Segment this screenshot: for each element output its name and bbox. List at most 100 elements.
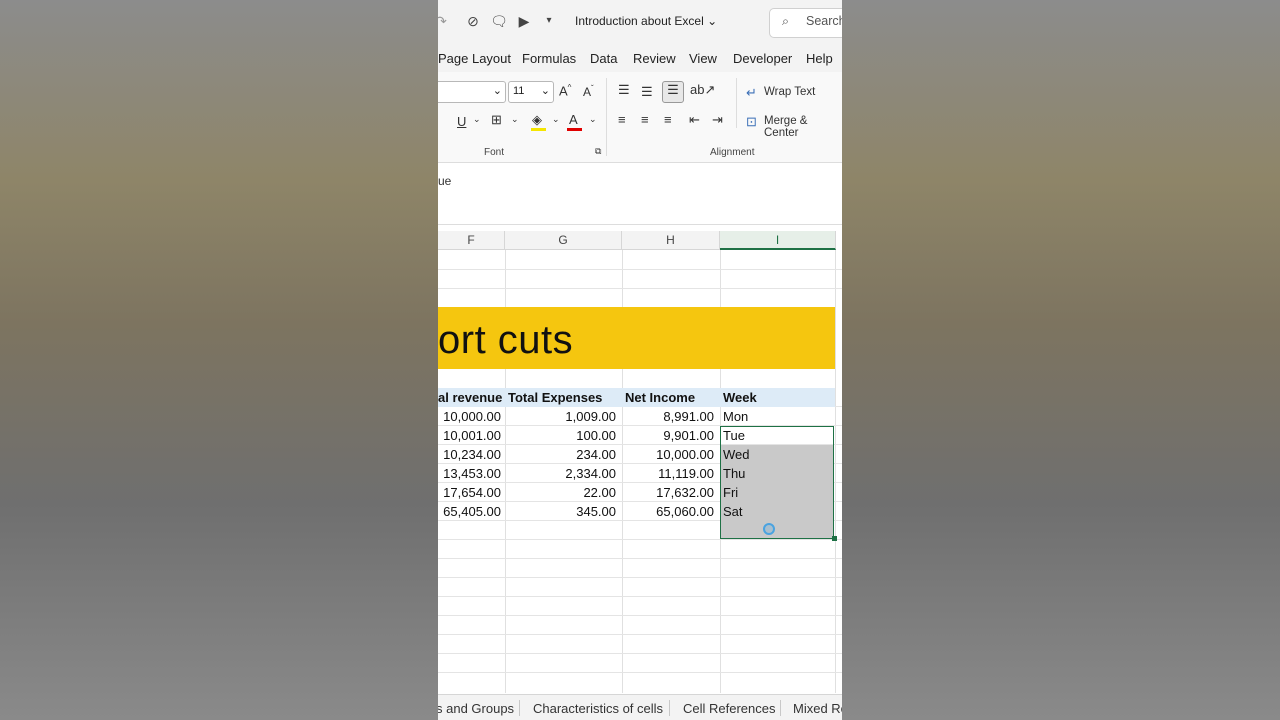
tab-developer[interactable]: Developer bbox=[733, 51, 792, 66]
tab-help[interactable]: Help bbox=[806, 51, 833, 66]
tab-data[interactable]: Data bbox=[590, 51, 617, 66]
gridline bbox=[438, 615, 842, 616]
sheet-tab[interactable]: Characteristics of cells bbox=[533, 701, 663, 716]
worksheet-grid[interactable]: F G H I ort cuts al revenue Total Expens… bbox=[438, 231, 842, 693]
ribbon-tabs: Page Layout Formulas Data Review View De… bbox=[438, 44, 842, 72]
gridline bbox=[438, 288, 842, 289]
column-header-g[interactable]: G bbox=[505, 231, 622, 250]
orientation-icon[interactable]: ab↗ bbox=[690, 82, 715, 98]
align-right-icon[interactable]: ≡ bbox=[664, 112, 672, 127]
font-name-select[interactable]: ⌄ bbox=[438, 81, 506, 103]
font-size-select[interactable]: 11 ⌄ bbox=[508, 81, 554, 103]
column-header-f[interactable]: F bbox=[438, 231, 505, 250]
wrap-text-button[interactable]: Wrap Text bbox=[764, 86, 815, 98]
align-middle-icon[interactable]: ☰ bbox=[641, 84, 653, 100]
header-cell-expenses[interactable]: Total Expenses bbox=[508, 388, 602, 407]
chevron-down-icon[interactable]: ⌄ bbox=[511, 114, 519, 125]
gridline bbox=[438, 653, 842, 654]
decrease-indent-icon[interactable]: ⇤ bbox=[689, 112, 700, 128]
cell-week[interactable]: Tue bbox=[723, 426, 745, 445]
tab-page-layout[interactable]: Page Layout bbox=[438, 51, 511, 66]
tab-view[interactable]: View bbox=[689, 51, 717, 66]
cell-expenses[interactable]: 234.00 bbox=[576, 445, 616, 464]
search-placeholder: Search bbox=[806, 14, 842, 28]
gridline bbox=[438, 672, 842, 673]
cell-net-income[interactable]: 8,991.00 bbox=[663, 407, 714, 426]
cell-revenue[interactable]: 13,453.00 bbox=[443, 464, 501, 483]
cell-expenses[interactable]: 345.00 bbox=[576, 502, 616, 521]
search-icon: ⌕ bbox=[782, 14, 790, 28]
cell-revenue[interactable]: 10,234.00 bbox=[443, 445, 501, 464]
increase-indent-icon[interactable]: ⇥ bbox=[712, 112, 723, 128]
font-size-value: 11 bbox=[513, 85, 525, 97]
cell-revenue[interactable]: 10,000.00 bbox=[443, 407, 501, 426]
font-color-icon[interactable]: A bbox=[569, 112, 578, 127]
redo-icon[interactable]: ↷ bbox=[438, 12, 450, 30]
merge-center-button[interactable]: Merge & Center bbox=[764, 115, 842, 139]
present-icon[interactable]: ▶ bbox=[515, 12, 533, 30]
sheet-tab[interactable]: s and Groups bbox=[438, 701, 514, 716]
chevron-down-icon: ⌄ bbox=[492, 85, 502, 97]
tab-review[interactable]: Review bbox=[633, 51, 676, 66]
cell-revenue[interactable]: 65,405.00 bbox=[443, 502, 501, 521]
chevron-down-icon[interactable]: ⌄ bbox=[473, 114, 481, 125]
cell-week[interactable]: Mon bbox=[723, 407, 748, 426]
formula-bar[interactable]: ue bbox=[438, 168, 842, 225]
customize-qat-icon[interactable]: ▾ bbox=[540, 12, 558, 30]
cell-week[interactable]: Sat bbox=[723, 502, 743, 521]
tab-divider bbox=[519, 700, 520, 716]
cell-net-income[interactable]: 11,119.00 bbox=[658, 464, 714, 483]
gridline bbox=[438, 577, 842, 578]
align-left-icon[interactable]: ≡ bbox=[618, 112, 626, 127]
banner-text: ort cuts bbox=[438, 318, 574, 362]
cell-net-income[interactable]: 10,000.00 bbox=[656, 445, 714, 464]
cell-net-income[interactable]: 9,901.00 bbox=[663, 426, 714, 445]
increase-font-size-icon[interactable]: A^ bbox=[559, 83, 571, 98]
fill-color-swatch bbox=[531, 128, 546, 131]
gridline bbox=[438, 634, 842, 635]
header-cell-revenue[interactable]: al revenue bbox=[438, 388, 502, 407]
header-cell-net-income[interactable]: Net Income bbox=[625, 388, 695, 407]
dialog-launcher-icon[interactable]: ⧉ bbox=[595, 146, 601, 157]
tab-divider bbox=[669, 700, 670, 716]
fill-color-icon[interactable]: ◈ bbox=[532, 112, 542, 128]
underline-icon[interactable]: U bbox=[457, 114, 466, 129]
align-bottom-icon[interactable]: ☰ bbox=[662, 81, 684, 103]
document-title-text: Introduction about Excel bbox=[575, 14, 704, 28]
cell-net-income[interactable]: 17,632.00 bbox=[656, 483, 714, 502]
column-header-h[interactable]: H bbox=[622, 231, 720, 250]
sheet-tabs: s and Groups Characteristics of cells Ce… bbox=[438, 694, 842, 720]
cell-week[interactable]: Wed bbox=[723, 445, 750, 464]
chevron-down-icon[interactable]: ⌄ bbox=[552, 114, 560, 125]
delete-comment-icon[interactable]: ⊘ bbox=[464, 12, 482, 30]
cell-expenses[interactable]: 1,009.00 bbox=[565, 407, 616, 426]
gridline bbox=[835, 250, 836, 693]
align-top-icon[interactable]: ☰ bbox=[618, 82, 630, 98]
sheet-tab[interactable]: Mixed Re bbox=[793, 701, 842, 716]
font-color-swatch bbox=[567, 128, 582, 131]
title-bar: ↷ ⊘ 🗨 ▶ ▾ Introduction about Excel ⌄ ⌕ S… bbox=[438, 0, 842, 44]
wrap-text-icon: ↵ bbox=[746, 85, 757, 100]
cell-net-income[interactable]: 65,060.00 bbox=[656, 502, 714, 521]
cell-expenses[interactable]: 2,334.00 bbox=[565, 464, 616, 483]
cell-expenses[interactable]: 100.00 bbox=[576, 426, 616, 445]
cell-revenue[interactable]: 10,001.00 bbox=[443, 426, 501, 445]
borders-icon[interactable]: ⊞ bbox=[491, 112, 502, 128]
search-input[interactable]: ⌕ Search bbox=[769, 8, 842, 38]
cell-revenue[interactable]: 17,654.00 bbox=[443, 483, 501, 502]
document-title[interactable]: Introduction about Excel ⌄ bbox=[575, 14, 717, 28]
tab-divider bbox=[780, 700, 781, 716]
cell-expenses[interactable]: 22.00 bbox=[583, 483, 616, 502]
align-center-icon[interactable]: ≡ bbox=[641, 112, 649, 127]
chevron-down-icon[interactable]: ⌄ bbox=[589, 114, 597, 125]
tab-formulas[interactable]: Formulas bbox=[522, 51, 576, 66]
cell-week[interactable]: Thu bbox=[723, 464, 745, 483]
comment-icon[interactable]: 🗨 bbox=[490, 12, 508, 30]
cell-week[interactable]: Fri bbox=[723, 483, 738, 502]
decrease-font-size-icon[interactable]: Aˇ bbox=[583, 84, 594, 99]
header-cell-week[interactable]: Week bbox=[723, 388, 757, 407]
column-header-i[interactable]: I bbox=[720, 231, 836, 250]
sheet-tab[interactable]: Cell References bbox=[683, 701, 776, 716]
title-banner[interactable]: ort cuts bbox=[438, 307, 835, 369]
fill-handle[interactable] bbox=[832, 536, 837, 541]
